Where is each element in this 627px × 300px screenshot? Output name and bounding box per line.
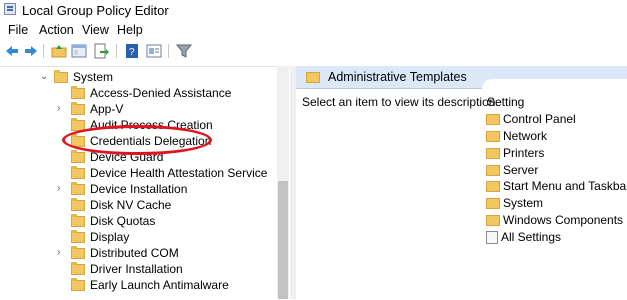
tree-item-label: Disk Quotas [90, 214, 156, 228]
folder-icon [71, 262, 85, 275]
folder-icon [71, 214, 85, 227]
folder-icon [71, 86, 85, 99]
back-icon[interactable] [4, 43, 20, 59]
toolbar-separator [116, 44, 117, 58]
tree-item-label: Device Installation [90, 182, 188, 196]
tree-item-label: Access-Denied Assistance [90, 86, 232, 100]
tree-item-label: Disk NV Cache [90, 198, 172, 212]
scrollbar-thumb[interactable] [278, 181, 288, 299]
header-tab-curve [482, 79, 627, 89]
folder-icon [71, 198, 85, 211]
app-icon [4, 3, 16, 15]
chevron-right-icon[interactable]: › [57, 183, 67, 194]
filter-icon[interactable] [175, 43, 193, 59]
toolbar: ? [0, 40, 627, 62]
navigation-tree: ⌄ System Access-Denied Assistance › App-… [0, 66, 290, 300]
menu-file[interactable]: File [8, 23, 28, 37]
setting-column-header[interactable]: Setting [487, 95, 524, 109]
folder-icon [486, 165, 500, 176]
tree-item-label: Display [90, 230, 130, 244]
tree-item-label: System [73, 70, 114, 84]
folder-icon [306, 72, 320, 83]
setting-item-label: Start Menu and Taskbar [503, 179, 627, 193]
properties-icon[interactable] [146, 43, 162, 59]
chevron-right-icon[interactable]: › [57, 103, 67, 114]
folder-icon [54, 70, 68, 83]
tree-item-label: Driver Installation [90, 262, 183, 276]
tree-item-label: App-V [90, 102, 124, 116]
highlight-ellipse [62, 125, 212, 155]
tree-scrollbar[interactable] [277, 66, 289, 299]
forward-icon[interactable] [23, 43, 39, 59]
setting-item-label: Windows Components [503, 213, 624, 227]
toolbar-separator [168, 44, 169, 58]
folder-icon [71, 246, 85, 259]
details-pane: Administrative Templates Select an item … [296, 66, 627, 299]
folder-icon [486, 215, 500, 226]
menu-help[interactable]: Help [117, 23, 143, 37]
setting-item-label: Control Panel [503, 112, 576, 126]
folder-icon [71, 166, 85, 179]
setting-item-label: System [503, 196, 544, 210]
setting-item-label: Network [503, 129, 548, 143]
folder-icon [71, 102, 85, 115]
toolbar-separator [43, 44, 44, 58]
menu-action[interactable]: Action [39, 23, 74, 37]
folder-icon [486, 131, 500, 142]
tree-item-label: Device Health Attestation Service [90, 166, 268, 180]
folder-icon [486, 148, 500, 159]
export-list-icon[interactable] [93, 43, 109, 59]
details-header: Administrative Templates [296, 66, 627, 89]
chevron-right-icon[interactable]: › [57, 247, 67, 258]
folder-icon [71, 182, 85, 195]
setting-item-label: All Settings [501, 230, 562, 244]
folder-icon [71, 230, 85, 243]
folder-icon [71, 150, 85, 163]
folder-icon [486, 181, 500, 192]
window-title: Local Group Policy Editor [22, 3, 169, 18]
title-bar: Local Group Policy Editor [0, 0, 627, 20]
description-text: Select an item to view its description. [302, 95, 499, 109]
tree-item-label: Early Launch Antimalware [90, 278, 229, 292]
details-header-title: Administrative Templates [328, 70, 467, 84]
folder-icon [486, 198, 500, 209]
chevron-down-icon[interactable]: ⌄ [40, 71, 50, 82]
help-icon[interactable]: ? [124, 43, 140, 59]
all-settings-icon [486, 231, 498, 244]
folder-icon [486, 114, 500, 125]
menu-bar: File Action View Help [0, 22, 627, 40]
up-folder-icon[interactable] [51, 43, 67, 59]
show-hide-tree-icon[interactable] [71, 43, 87, 59]
tree-item-label: Distributed COM [90, 246, 179, 260]
setting-item-label: Server [503, 163, 539, 177]
svg-text:?: ? [129, 47, 135, 58]
setting-item-label: Printers [503, 146, 545, 160]
folder-icon [71, 278, 85, 291]
menu-view[interactable]: View [82, 23, 109, 37]
